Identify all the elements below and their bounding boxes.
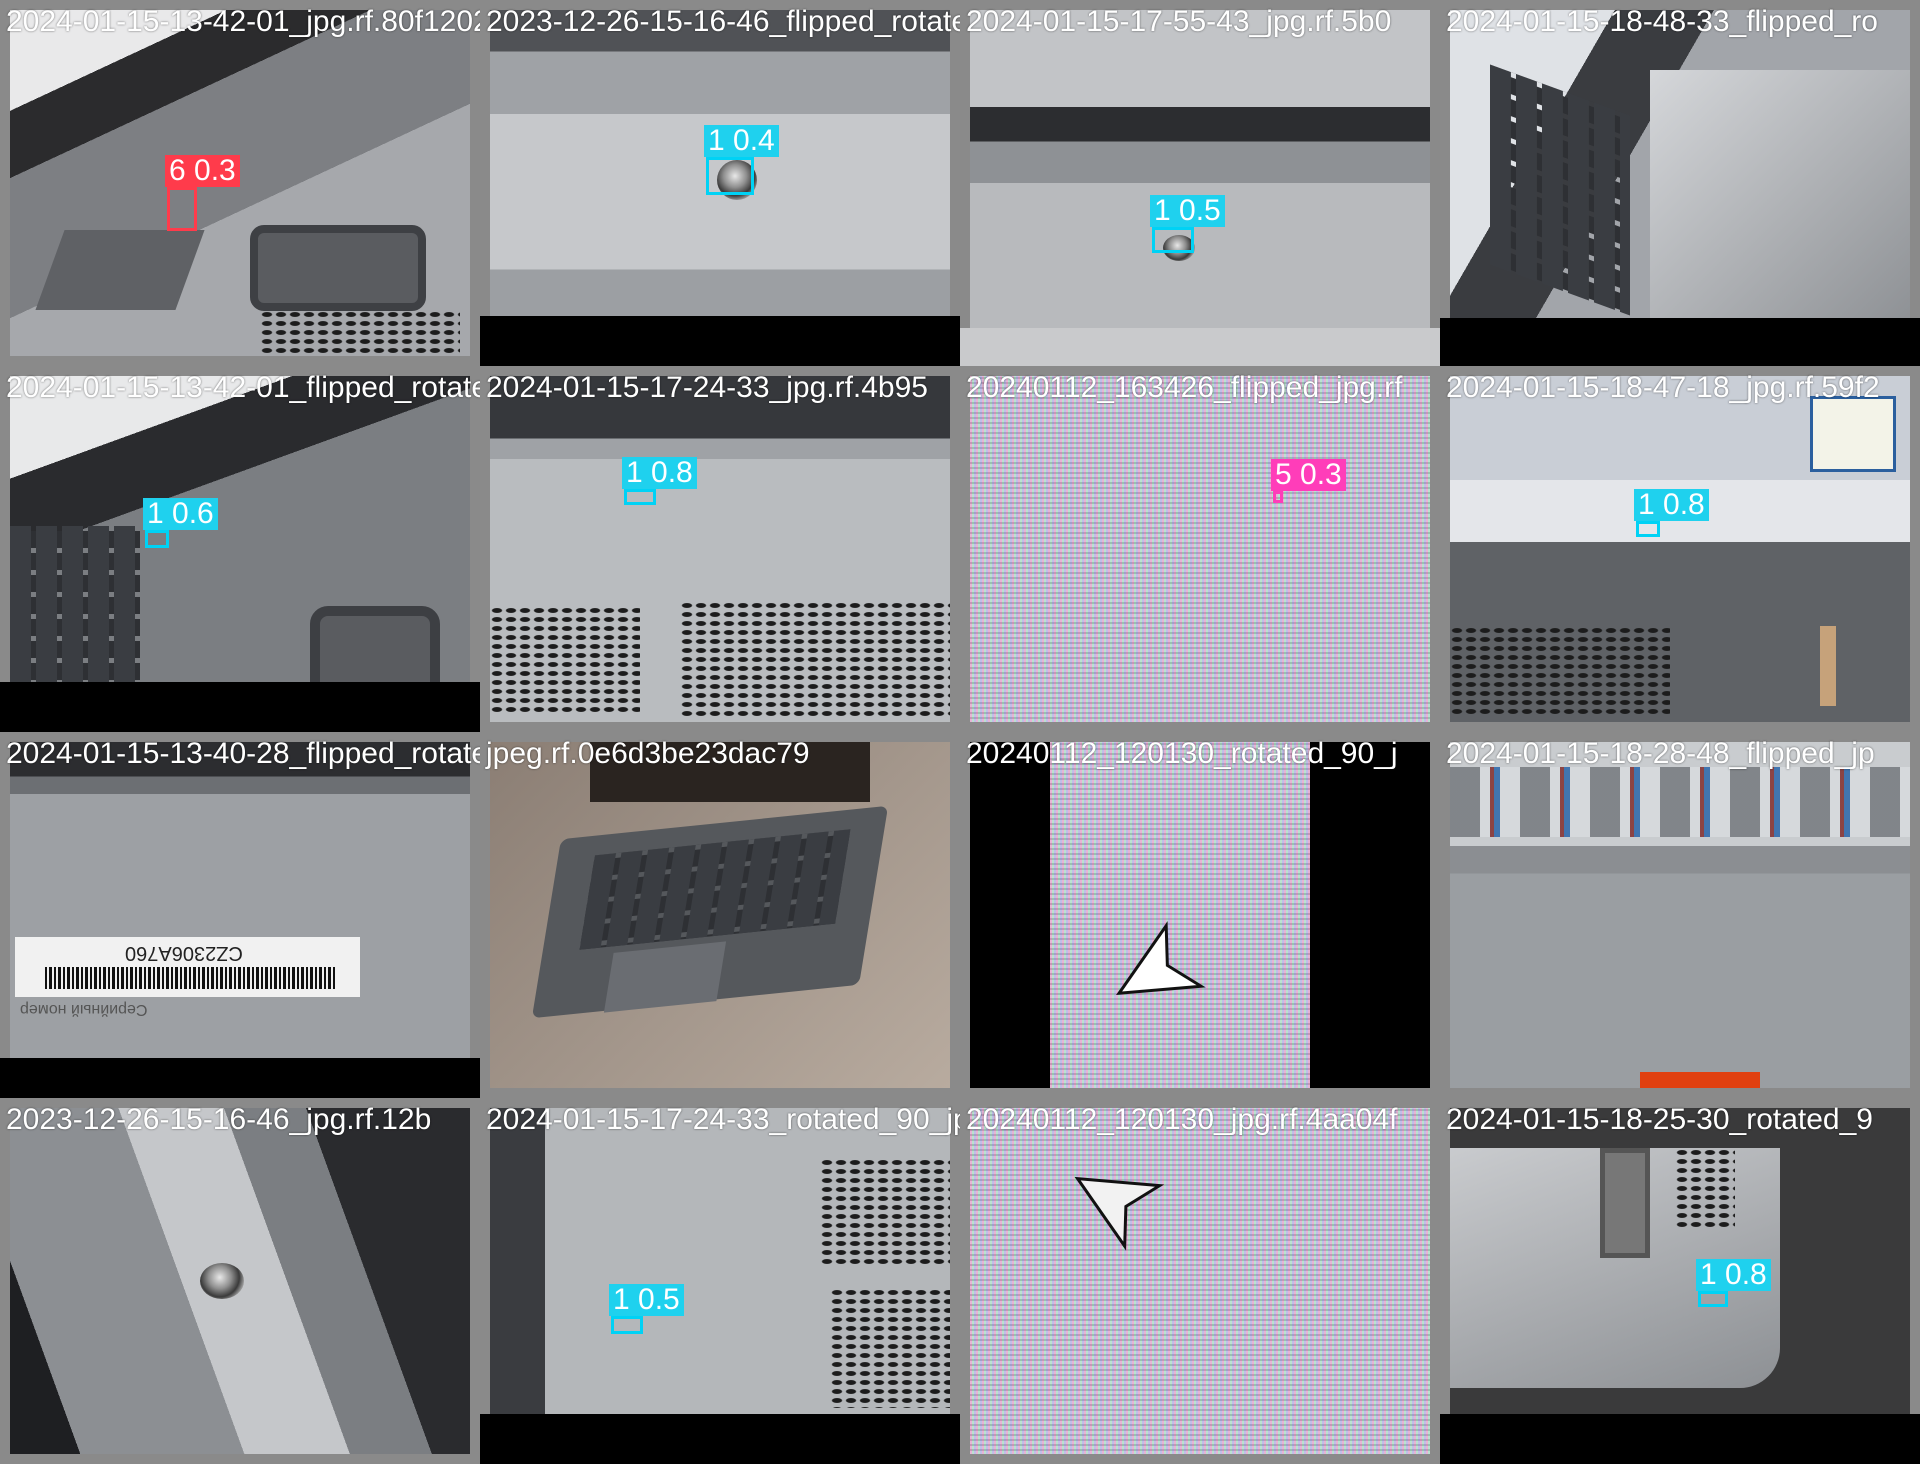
tile-photo (490, 376, 950, 722)
barcode-sticker: CZ2306A760 (15, 937, 360, 997)
tile-4: 2024-01-15-18-48-33_flipped_ro (1440, 0, 1920, 366)
detection-label: 1 0.4 (704, 125, 779, 157)
tile-filename: 20240112_120130_rotated_90_j (966, 737, 1398, 770)
detection: 6 0.3 (165, 155, 240, 231)
tile-photo (1450, 10, 1910, 356)
sticker-text: Серийный номер (20, 1001, 148, 1018)
tile-9: CZ2306A760 Серийный номер 2024-01-15-13-… (0, 732, 480, 1098)
tile-2: 2023-12-26-15-16-46_flipped_rotated-90_j… (480, 0, 960, 366)
tile-photo (1450, 1108, 1910, 1454)
tile-filename: 2024-01-15-13-40-28_flipped_rotated-90_j… (6, 737, 480, 770)
detection: 1 0.5 (609, 1284, 684, 1334)
detection-label: 1 0.8 (622, 457, 697, 489)
detection-label: 1 0.5 (1150, 195, 1225, 227)
tile-filename: 20240112_163426_flipped_jpg.rf (966, 371, 1403, 404)
detection-label: 5 0.3 (1271, 459, 1346, 491)
tile-filename: 2024-01-15-18-25-30_rotated_9 (1446, 1103, 1873, 1136)
tile-5: 2024-01-15-13-42-01_flipped_rotated-90_j… (0, 366, 480, 732)
tile-photo (970, 376, 1430, 722)
barcode-text: CZ2306A760 (125, 942, 243, 964)
tile-photo (10, 376, 470, 722)
tile-photo: ➤ (970, 742, 1430, 1088)
tile-3: 2024-01-15-17-55-43_jpg.rf.5b0 1 0.5 (960, 0, 1440, 366)
tile-filename: 2024-01-15-18-28-48_flipped_jp (1446, 737, 1875, 770)
detection: 5 0.3 (1271, 459, 1346, 503)
tile-14: 2024-01-15-17-24-33_rotated_90_jpg 1 0.5 (480, 1098, 960, 1464)
detection-label: 1 0.8 (1634, 489, 1709, 521)
tile-photo (490, 1108, 950, 1454)
tile-filename: 2023-12-26-15-16-46_jpg.rf.12b (6, 1103, 432, 1136)
tile-filename: 2024-01-15-13-42-01_flipped_rotated-90_j (6, 371, 480, 404)
tile-photo (490, 742, 950, 1088)
detection: 1 0.4 (704, 125, 779, 195)
tile-filename: 2024-01-15-17-24-33_rotated_90_jpg (486, 1103, 960, 1136)
tile-filename: 2023-12-26-15-16-46_flipped_rotated-90_j… (486, 5, 960, 38)
tile-8: 2024-01-15-18-47-18_jpg.rf.59f2 1 0.8 (1440, 366, 1920, 732)
detection: 1 0.8 (1696, 1259, 1771, 1307)
tile-photo (1450, 742, 1910, 1088)
tile-12: 2024-01-15-18-28-48_flipped_jp (1440, 732, 1920, 1098)
detection-label: 1 0.6 (143, 498, 218, 530)
tile-filename: 20240112_120130_jpg.rf.4aa04f (966, 1103, 1398, 1136)
tile-1: 2024-01-15-13-42-01_jpg.rf.80f12023-12-2… (0, 0, 480, 366)
tile-photo: ➤ (970, 1108, 1430, 1454)
tile-13: 2023-12-26-15-16-46_jpg.rf.12b (0, 1098, 480, 1464)
tile-15: ➤ 20240112_120130_jpg.rf.4aa04f (960, 1098, 1440, 1464)
tile-11: ➤ 20240112_120130_rotated_90_j (960, 732, 1440, 1098)
detection: 1 0.8 (622, 457, 697, 505)
tile-filename: 2024-01-15-18-47-18_jpg.rf.59f2 (1446, 371, 1880, 404)
tile-filename: 2024-01-15-17-24-33_jpg.rf.4b95 (486, 371, 928, 404)
detection-label: 1 0.5 (609, 1284, 684, 1316)
tile-10: jpeg.rf.0e6d3be23dac79 (480, 732, 960, 1098)
detection-label: 1 0.8 (1696, 1259, 1771, 1291)
mosaic-grid: 2024-01-15-13-42-01_jpg.rf.80f12023-12-2… (0, 0, 1920, 1464)
tile-6: 2024-01-15-17-24-33_jpg.rf.4b95 1 0.8 (480, 366, 960, 732)
detection-label: 6 0.3 (165, 155, 240, 187)
tile-filename: jpeg.rf.0e6d3be23dac79 (486, 737, 810, 770)
tile-photo (10, 1108, 470, 1454)
tile-7: 20240112_163426_flipped_jpg.rf 5 0.3 (960, 366, 1440, 732)
tile-filename: 2024-01-15-18-48-33_flipped_ro (1446, 5, 1878, 38)
tile-16: 2024-01-15-18-25-30_rotated_9 1 0.8 (1440, 1098, 1920, 1464)
tile-photo: CZ2306A760 Серийный номер (10, 742, 470, 1088)
tile-filename: 2024-01-15-13-42-01_jpg.rf.80f12023-12-2… (6, 5, 480, 38)
tile-photo (970, 10, 1430, 356)
tile-filename: 2024-01-15-17-55-43_jpg.rf.5b0 (966, 5, 1392, 38)
detection: 1 0.5 (1150, 195, 1225, 253)
detection: 1 0.6 (143, 498, 218, 548)
detection: 1 0.8 (1634, 489, 1709, 537)
tile-photo (1450, 376, 1910, 722)
tile-photo (10, 10, 470, 356)
